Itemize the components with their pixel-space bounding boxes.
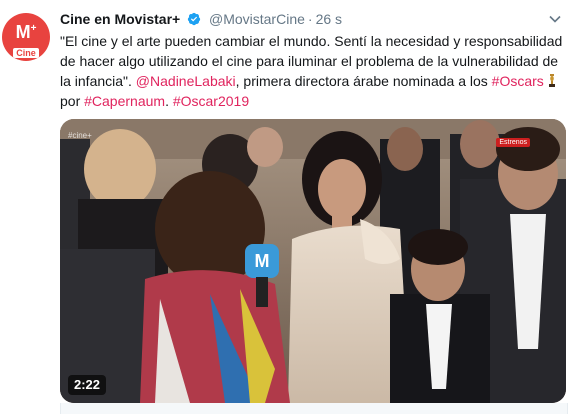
account-handle[interactable]: @MovistarCine: [209, 11, 305, 27]
hashtag-capernaum[interactable]: #Capernaum: [84, 93, 165, 109]
timestamp[interactable]: 26 s: [316, 11, 342, 27]
trophy-emoji-icon: [548, 74, 555, 87]
tweet-header: Cine en Movistar+ @MovistarCine · 26 s: [60, 9, 560, 29]
verified-badge-icon: [187, 12, 201, 26]
chevron-down-icon[interactable]: [548, 12, 562, 26]
tweet-text-segment: .: [165, 93, 173, 109]
video-corner-text: #cine+: [68, 131, 92, 140]
video-duration-badge: 2:22: [68, 375, 107, 395]
tweet-card[interactable]: M+ Cine Cine en Movistar+ @MovistarCine ·…: [0, 0, 572, 414]
video-player[interactable]: M #cine+ Estrenos 2:22: [60, 119, 566, 403]
tweet-text-segment: por: [60, 93, 85, 109]
tweet-text: "El cine y el arte pueden cambiar el mun…: [60, 31, 565, 111]
hashtag-oscars[interactable]: #Oscars: [492, 73, 544, 89]
microphone-logo: M: [255, 251, 270, 271]
mention-link[interactable]: @NadineLabaki: [136, 73, 236, 89]
tweet-text-segment: , primera directora árabe nominada a los: [235, 73, 492, 89]
hashtag-oscar2019[interactable]: #Oscar2019: [173, 93, 249, 109]
avatar[interactable]: M+ Cine: [2, 13, 50, 61]
separator-dot: ·: [307, 11, 313, 27]
card-footer: [60, 403, 568, 414]
account-name[interactable]: Cine en Movistar+: [60, 11, 180, 27]
movistar-cine-logo: M+ Cine: [2, 23, 50, 61]
video-frame: M: [60, 119, 566, 403]
video-tag: Estrenos: [496, 138, 530, 147]
